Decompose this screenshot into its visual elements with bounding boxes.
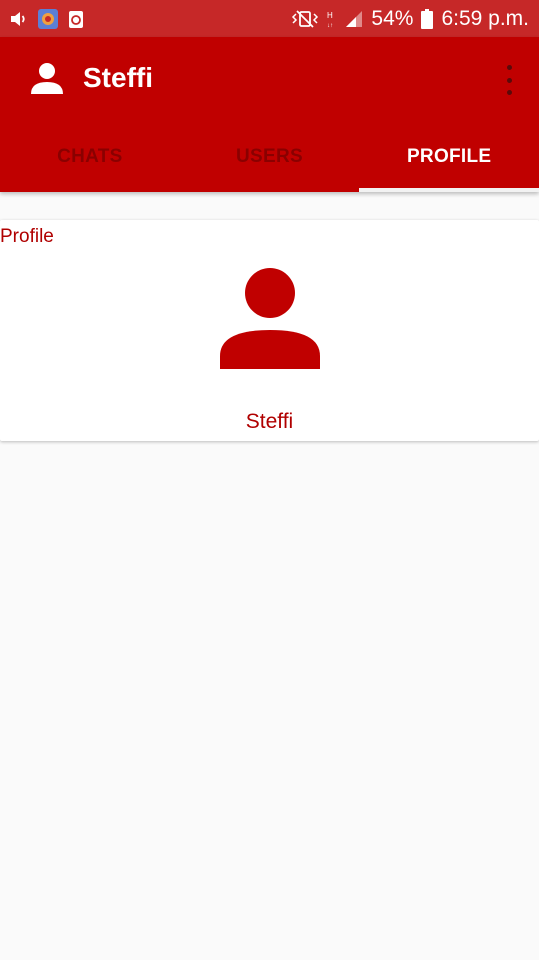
- volume-icon: [10, 11, 28, 27]
- tab-chats[interactable]: CHATS: [0, 121, 180, 192]
- more-vert-icon[interactable]: [501, 65, 517, 95]
- signal-icon: [345, 10, 363, 28]
- status-bar: H ↓↑ 54% 6:59 p.m.: [0, 0, 539, 37]
- vibrate-icon: [291, 9, 319, 28]
- svg-text:↓↑: ↓↑: [327, 23, 333, 28]
- clock: 6:59 p.m.: [441, 6, 529, 30]
- svg-text:H: H: [327, 11, 333, 20]
- battery-icon: [421, 8, 434, 29]
- profile-name: Steffi: [245, 410, 294, 433]
- toolbar: Steffi: [0, 37, 539, 121]
- hplus-network-icon: H ↓↑: [327, 10, 337, 28]
- profile-card: Profile Steffi: [0, 220, 539, 441]
- battery-percent: 54%: [371, 6, 414, 30]
- person-icon: [30, 61, 64, 95]
- app-title: Steffi: [83, 62, 153, 93]
- section-label: Profile: [0, 226, 54, 247]
- recycle-notification-icon: [68, 9, 84, 29]
- tab-bar: CHATS USERS PROFILE: [0, 121, 539, 192]
- tab-users[interactable]: USERS: [180, 121, 360, 192]
- person-icon: [220, 268, 320, 369]
- tab-profile[interactable]: PROFILE: [359, 121, 539, 192]
- app-bar: Steffi CHATS USERS PROFILE: [0, 37, 539, 192]
- app-notification-icon: [38, 8, 58, 29]
